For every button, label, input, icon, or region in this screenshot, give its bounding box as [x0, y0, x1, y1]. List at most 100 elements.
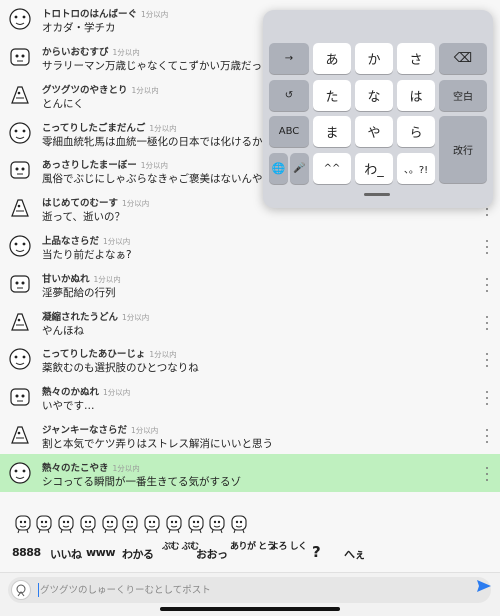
stamp-5-icon[interactable]	[101, 512, 119, 534]
stamp-4-icon[interactable]	[79, 512, 97, 534]
stamp-10-icon[interactable]	[208, 512, 226, 534]
enter-key[interactable]: 改行	[439, 116, 487, 183]
comment-text: 逝って、逝いの？	[42, 211, 125, 223]
key-ma[interactable]: ま	[313, 116, 351, 147]
stamp-2-icon[interactable]	[35, 512, 53, 534]
key-na[interactable]: な	[355, 80, 393, 111]
key-ta[interactable]: た	[313, 80, 351, 111]
post-input[interactable]	[40, 581, 440, 599]
more-options-icon[interactable]	[484, 429, 490, 443]
comment-author: からいおむすび 1分以内	[42, 44, 140, 58]
comment-author: 凝縮されたうどん 1分以内	[42, 309, 149, 323]
more-options-icon[interactable]	[484, 467, 490, 481]
comment-time: 1分以内	[131, 86, 159, 95]
quick-word-button[interactable]: いいね	[50, 546, 82, 562]
stamp-6-icon[interactable]	[121, 512, 139, 534]
key-ha[interactable]: は	[397, 80, 435, 111]
more-options-icon[interactable]	[484, 278, 490, 292]
comment-text: 当たり前だよなぁ?	[42, 249, 132, 261]
author-name: 凝縮されたうどん	[42, 312, 119, 323]
post-input-box[interactable]	[8, 577, 491, 603]
key-punct[interactable]: 、。?!	[397, 153, 435, 184]
comment-time: 1分以内	[122, 313, 150, 322]
author-name: 熱々のかぬれ	[42, 387, 100, 398]
avatar-icon[interactable]	[6, 5, 34, 33]
comment-author: 甘いかぬれ 1分以内	[42, 271, 121, 285]
stamp-bar	[0, 509, 500, 539]
avatar-icon[interactable]	[6, 270, 34, 298]
comment-author: こってりしたごまだんご 1分以内	[42, 120, 177, 134]
comment-time: 1分以内	[149, 350, 177, 359]
avatar-icon[interactable]	[6, 383, 34, 411]
key-ka[interactable]: か	[355, 43, 393, 74]
quick-word-button[interactable]: 8888	[12, 546, 41, 559]
stamp-8-icon[interactable]	[165, 512, 183, 534]
comment-text: 割と本気でケツ弄りはストレス解消にいいと思う	[42, 438, 273, 450]
author-name: 上品なさらだ	[42, 236, 100, 247]
avatar-icon[interactable]	[6, 421, 34, 449]
stamp-1-icon[interactable]	[14, 512, 32, 534]
quick-word-button[interactable]: おおっ	[196, 546, 228, 562]
undo-key[interactable]: ↺	[269, 80, 309, 111]
comment-row: 凝縮されたうどん 1分以内 やんほね	[0, 303, 500, 341]
quick-word-button[interactable]: ?	[312, 543, 321, 561]
comment-row: 熱々のかぬれ 1分以内 いやです…	[0, 378, 500, 416]
comment-time: 1分以内	[103, 388, 131, 397]
avatar-icon[interactable]	[6, 232, 34, 260]
comment-text: 風俗でぶじにしゃぶらなきゃご褒美はないんやど	[42, 173, 273, 185]
comment-time: 1分以内	[112, 464, 140, 473]
key-a[interactable]: あ	[313, 43, 351, 74]
quick-word-button[interactable]: ありが とう	[230, 542, 276, 552]
more-options-icon[interactable]	[484, 316, 490, 330]
key-sa[interactable]: さ	[397, 43, 435, 74]
stamp-7-icon[interactable]	[143, 512, 161, 534]
quick-word-button[interactable]: わかる	[122, 546, 154, 562]
avatar-icon[interactable]	[6, 119, 34, 147]
key-ra[interactable]: ら	[397, 116, 435, 147]
comment-time: 1分以内	[131, 426, 159, 435]
comment-text: サラリーマン万歳じゃなくてこずかい万歳だった	[42, 60, 273, 72]
more-options-icon[interactable]	[484, 353, 490, 367]
stamp-11-icon[interactable]	[230, 512, 248, 534]
quick-word-button[interactable]: へぇ	[344, 546, 366, 562]
avatar-icon[interactable]	[6, 81, 34, 109]
arrow-key[interactable]: →	[269, 43, 309, 74]
stamp-3-icon[interactable]	[57, 512, 75, 534]
comment-author: ジャンキーなさらだ 1分以内	[42, 422, 158, 436]
stamp-9-icon[interactable]	[187, 512, 205, 534]
avatar-icon[interactable]	[6, 308, 34, 336]
avatar-icon[interactable]	[6, 43, 34, 71]
quick-word-button[interactable]: よろ しく	[270, 542, 307, 552]
more-options-icon[interactable]	[484, 240, 490, 254]
comment-author: 熱々のたこやき 1分以内	[42, 460, 140, 474]
comment-text: やんほね	[42, 325, 84, 337]
comment-text: 淫夢配給の行列	[42, 287, 116, 299]
author-name: トロトロのはんばーぐ	[42, 9, 138, 20]
comment-time: 1分以内	[112, 48, 140, 57]
key-ya[interactable]: や	[355, 116, 393, 147]
delete-key[interactable]: ⌫	[439, 43, 487, 74]
abc-key[interactable]: ABC	[269, 116, 309, 147]
avatar-icon[interactable]	[6, 459, 34, 487]
comment-row: こってりしたあひーじょ 1分以内 薬飲むのも選択肢のひとつなりね	[0, 340, 500, 378]
key-wa[interactable]: わ_	[355, 153, 393, 184]
more-options-icon[interactable]	[484, 391, 490, 405]
avatar-icon[interactable]	[6, 156, 34, 184]
quick-word-button[interactable]: www	[86, 546, 116, 559]
quick-word-button[interactable]: ぷむ ぷむ	[162, 542, 199, 552]
author-name: あっさりしたまーぼー	[42, 160, 137, 171]
avatar-icon[interactable]	[6, 345, 34, 373]
author-name: ジャンキーなさらだ	[42, 425, 128, 436]
avatar-icon[interactable]	[6, 194, 34, 222]
keyboard-drag-handle[interactable]	[364, 193, 390, 196]
comment-author: グツグツのやきとり 1分以内	[42, 82, 159, 96]
comment-author: 熱々のかぬれ 1分以内	[42, 384, 130, 398]
author-name: 甘いかぬれ	[42, 274, 90, 285]
send-icon[interactable]	[476, 578, 492, 594]
floating-keyboard[interactable]: → ↺ ABC 🌐 🎤 あ か さ た な は ま や ら ^^ わ_ 、。?!…	[263, 10, 493, 208]
comment-time: 1分以内	[122, 199, 150, 208]
globe-key[interactable]: 🌐	[269, 153, 288, 184]
key-kaomoji[interactable]: ^^	[313, 153, 351, 184]
mic-key[interactable]: 🎤	[290, 153, 309, 184]
space-key[interactable]: 空白	[439, 80, 487, 111]
